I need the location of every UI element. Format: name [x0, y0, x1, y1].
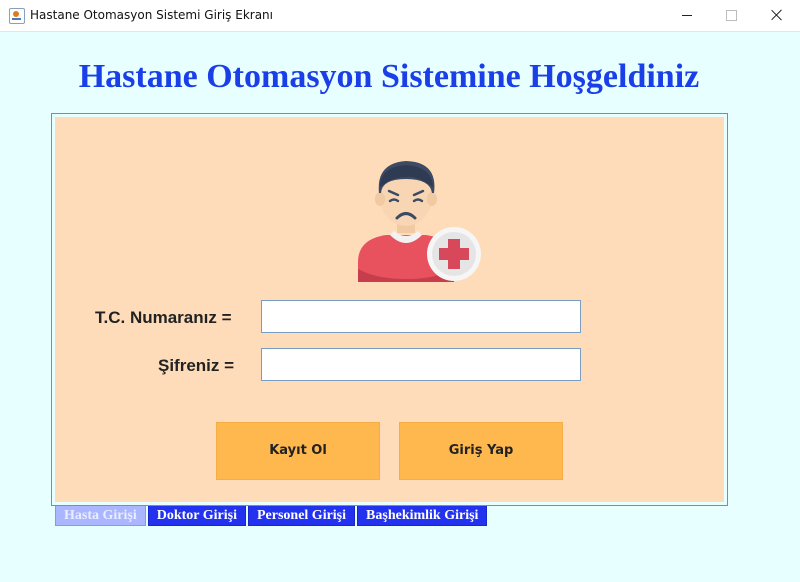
- minimize-button[interactable]: [664, 0, 710, 31]
- tc-number-input[interactable]: [262, 301, 580, 332]
- password-input[interactable]: [262, 349, 580, 380]
- maximize-button[interactable]: [708, 0, 754, 31]
- title-bar: Hastane Otomasyon Sistemi Giriş Ekranı: [0, 0, 800, 32]
- maximize-icon: [726, 10, 737, 21]
- minimize-icon: [682, 15, 692, 16]
- tab-doctor-login[interactable]: Doktor Girişi: [147, 506, 246, 526]
- close-button[interactable]: [754, 0, 800, 31]
- register-button[interactable]: Kayıt Ol: [216, 422, 380, 480]
- close-icon: [771, 9, 783, 21]
- tab-patient-login[interactable]: Hasta Girişi: [55, 506, 146, 526]
- tab-staff-login[interactable]: Personel Girişi: [247, 506, 356, 526]
- login-panel-body: T.C. Numaranız = Şifreniz = Kayıt Ol Gir…: [55, 117, 724, 502]
- page-title: Hastane Otomasyon Sistemine Hoşgeldiniz: [78, 58, 700, 95]
- tc-number-label: T.C. Numaranız =: [95, 308, 232, 327]
- patient-avatar-icon: [358, 161, 481, 282]
- password-label: Şifreniz =: [158, 356, 235, 375]
- login-panel: T.C. Numaranız = Şifreniz = Kayıt Ol Gir…: [51, 113, 728, 506]
- password-field[interactable]: [261, 348, 581, 381]
- window-title: Hastane Otomasyon Sistemi Giriş Ekranı: [30, 8, 273, 22]
- tab-chief-physician-login[interactable]: Başhekimlik Girişi: [357, 506, 488, 526]
- login-type-tabs: Hasta Girişi Doktor Girişi Personel Giri…: [55, 506, 489, 526]
- java-app-icon: [9, 8, 25, 24]
- tc-number-field[interactable]: [261, 300, 581, 333]
- login-button[interactable]: Giriş Yap: [399, 422, 563, 480]
